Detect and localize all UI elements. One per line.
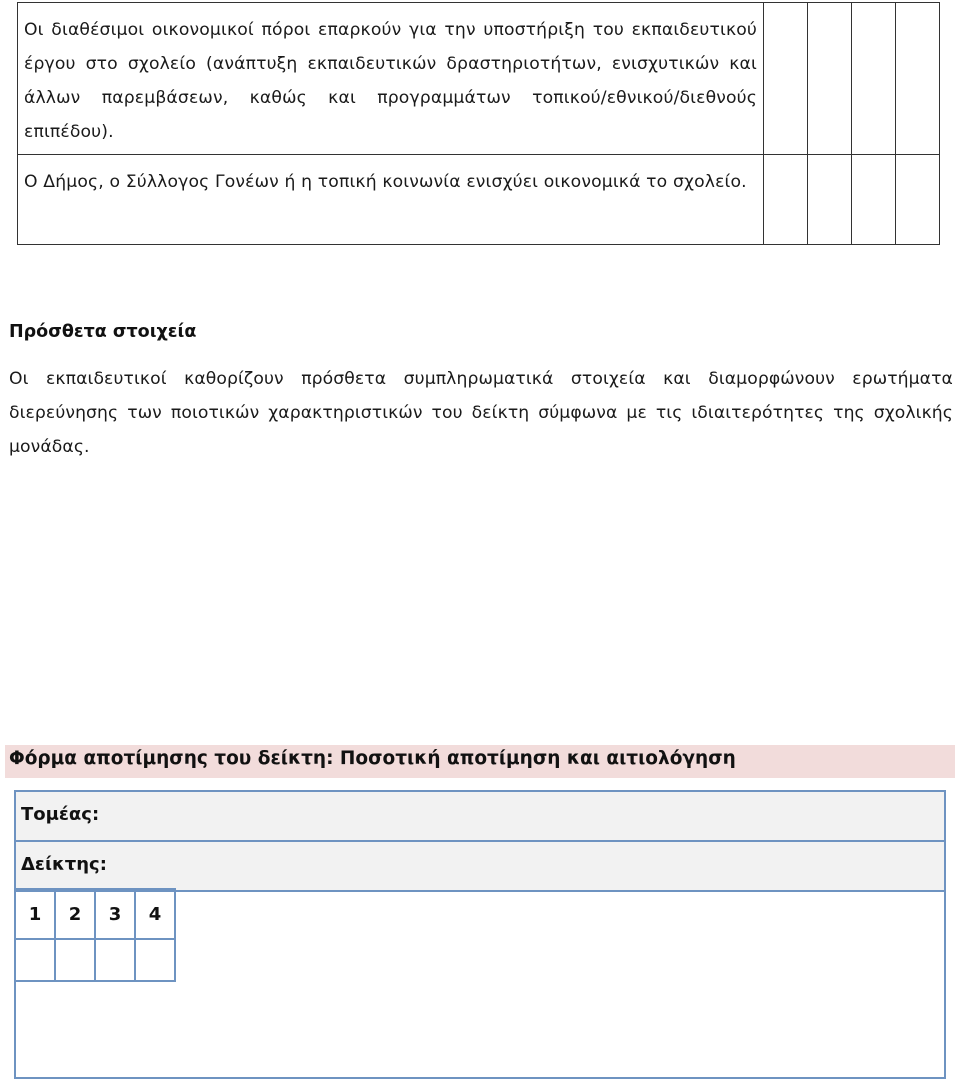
criteria-table: Οι διαθέσιμοι οικονομικοί πόροι επαρκούν… bbox=[17, 2, 940, 245]
score-input-3[interactable] bbox=[94, 938, 136, 982]
indicator-field[interactable]: Δείκτης: bbox=[16, 842, 944, 892]
criteria-text: Οι διαθέσιμοι οικονομικοί πόροι επαρκούν… bbox=[17, 2, 764, 155]
score-grid: 1 2 3 4 bbox=[16, 888, 176, 982]
sector-field[interactable]: Τομέας: bbox=[16, 792, 944, 842]
rating-cell-4[interactable] bbox=[895, 154, 940, 245]
indicator-label: Δείκτης: bbox=[21, 854, 107, 875]
score-header-2: 2 bbox=[54, 888, 96, 940]
justification-area[interactable] bbox=[186, 892, 944, 1077]
rating-cell-3[interactable] bbox=[851, 2, 896, 155]
rating-cell-1[interactable] bbox=[763, 2, 808, 155]
criteria-text: Ο Δήμος, ο Σύλλογος Γονέων ή η τοπική κο… bbox=[17, 154, 764, 245]
assessment-form: Τομέας: Δείκτης: 1 2 3 4 bbox=[14, 790, 946, 1079]
criteria-row: Ο Δήμος, ο Σύλλογος Γονέων ή η τοπική κο… bbox=[17, 154, 940, 245]
additional-section-body: Οι εκπαιδευτικοί καθορίζουν πρόσθετα συμ… bbox=[9, 369, 953, 457]
rating-cell-2[interactable] bbox=[807, 154, 852, 245]
score-header-3: 3 bbox=[94, 888, 136, 940]
score-input-4[interactable] bbox=[134, 938, 176, 982]
rating-cell-1[interactable] bbox=[763, 154, 808, 245]
rating-cell-3[interactable] bbox=[851, 154, 896, 245]
rating-cell-2[interactable] bbox=[807, 2, 852, 155]
sector-label: Τομέας: bbox=[21, 804, 100, 825]
form-heading-band: Φόρμα αποτίμησης του δείκτη: Ποσοτική απ… bbox=[5, 745, 955, 778]
score-header-4: 4 bbox=[134, 888, 176, 940]
score-input-2[interactable] bbox=[54, 938, 96, 982]
rating-cell-4[interactable] bbox=[895, 2, 940, 155]
score-input-1[interactable] bbox=[16, 938, 56, 982]
additional-section-title: Πρόσθετα στοιχεία bbox=[9, 322, 197, 342]
criteria-row: Οι διαθέσιμοι οικονομικοί πόροι επαρκούν… bbox=[17, 2, 940, 155]
form-heading: Φόρμα αποτίμησης του δείκτη: Ποσοτική απ… bbox=[9, 748, 736, 769]
score-header-1: 1 bbox=[16, 888, 56, 940]
